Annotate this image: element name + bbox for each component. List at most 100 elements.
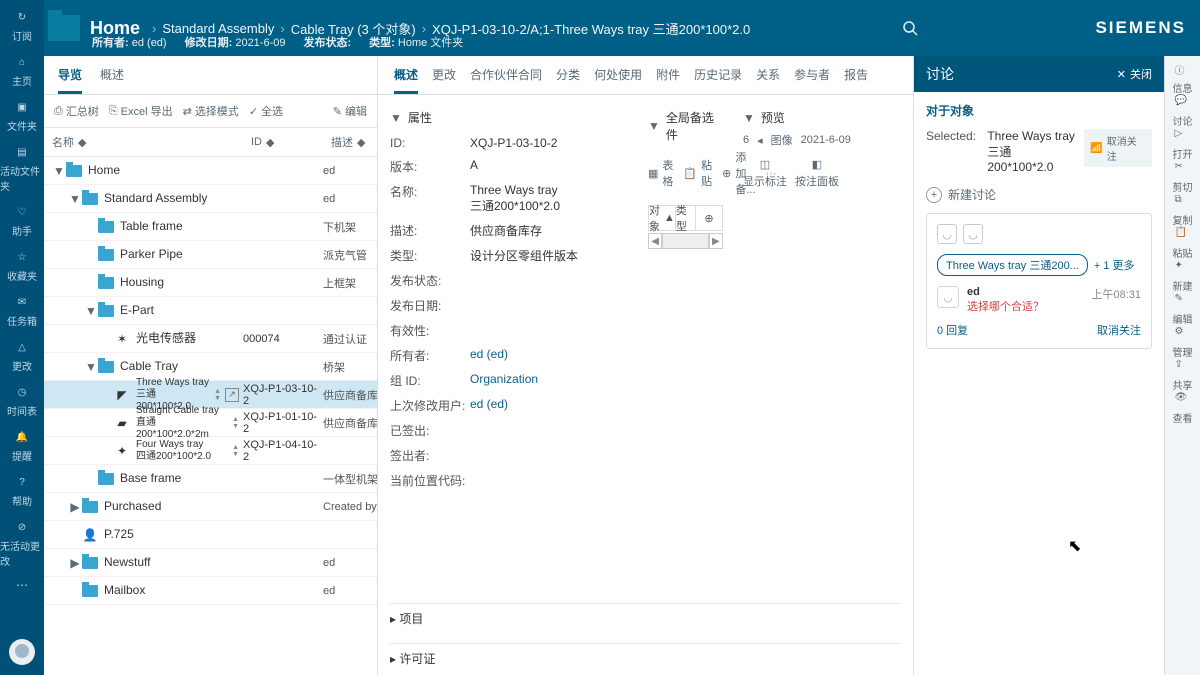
nav-6[interactable]: ✉任务箱 — [0, 293, 44, 328]
detail-tab[interactable]: 历史记录 — [694, 66, 742, 94]
selected-value: Three Ways tray 三通200*100*2.0 — [987, 129, 1076, 174]
col-desc[interactable]: 描述 ◆ — [323, 128, 377, 156]
pin-panel-button[interactable]: ◧按注面板 — [795, 158, 839, 189]
scrollbar-track[interactable] — [662, 233, 708, 249]
tab-nav[interactable]: 导览 — [58, 66, 82, 94]
user-avatar[interactable] — [9, 639, 35, 665]
open-external-icon[interactable]: ↗ — [225, 388, 239, 402]
nav-11[interactable]: ⊘无活动更改 — [0, 518, 44, 568]
rnav-1[interactable]: 💬讨论 — [1173, 95, 1193, 128]
detail-tab[interactable]: 附件 — [656, 66, 680, 94]
tree-row[interactable]: ✶光电传感器000074通过认证 — [44, 325, 377, 353]
rnav-9[interactable]: ⇪共享 — [1173, 359, 1193, 392]
rnav-2[interactable]: ▷打开 — [1173, 128, 1193, 161]
col-name[interactable]: 名称 ◆ — [44, 128, 243, 156]
detail-tab[interactable]: 合作伙伴合同 — [470, 66, 542, 94]
nav-0[interactable]: ↻订阅 — [0, 8, 44, 43]
more-chips[interactable]: + 1 更多 — [1094, 257, 1135, 273]
licenses-section[interactable]: ▸ 许可证 — [390, 643, 901, 667]
rnav-4[interactable]: ⧉复制 — [1173, 194, 1193, 227]
property-row: 版本:A — [390, 154, 626, 179]
tree-row[interactable]: ▼E-Part — [44, 297, 377, 325]
nav-3[interactable]: ▤活动文件夹 — [0, 143, 44, 193]
tree-row[interactable]: Housing上框架 — [44, 269, 377, 297]
tree-row[interactable]: Parker Pipe派克气管 — [44, 241, 377, 269]
table-view-button[interactable]: ▦ 表格 — [648, 157, 673, 189]
search-icon[interactable] — [902, 20, 918, 36]
excel-export-button[interactable]: ⎘ Excel 导出 — [109, 103, 173, 119]
new-discussion-button[interactable]: + 新建讨论 — [926, 186, 1152, 203]
edit-button[interactable]: ✎ 编辑 — [333, 103, 367, 119]
rnav-8[interactable]: ⚙管理 — [1173, 326, 1193, 359]
nav-10[interactable]: ?帮助 — [0, 473, 44, 508]
tree-row[interactable]: Table frame下机架 — [44, 213, 377, 241]
detail-tab[interactable]: 关系 — [756, 66, 780, 94]
rnav-5[interactable]: 📋粘贴 — [1173, 227, 1193, 260]
summary-button[interactable]: ⎙ 汇总树 — [54, 103, 99, 119]
show-annotations-button[interactable]: ◫显示标注 — [743, 158, 787, 189]
detail-tab[interactable]: 概述 — [394, 66, 418, 94]
tree-row[interactable]: Mailboxed — [44, 577, 377, 605]
nav-7[interactable]: △更改 — [0, 338, 44, 373]
select-mode-button[interactable]: ⇄ 选择模式 — [183, 103, 239, 119]
tree-row[interactable]: ▼Standard Assemblyed — [44, 185, 377, 213]
tree-row[interactable]: ▰Straight Cable tray 直通200*100*2.0*2m▲▼X… — [44, 409, 377, 437]
close-button[interactable]: ✕ 关闭 — [1117, 66, 1152, 82]
tree-body[interactable]: ▼Homeed▼Standard AssemblyedTable frame下机… — [44, 157, 377, 675]
folder-icon — [98, 249, 114, 261]
detail-tab[interactable]: 报告 — [844, 66, 868, 94]
tree-row[interactable]: ✦Four Ways tray 四通200*100*2.0▲▼XQJ-P1-04… — [44, 437, 377, 465]
object-chip[interactable]: Three Ways tray 三通200... — [937, 254, 1088, 276]
folder-icon — [82, 501, 98, 513]
tree-row[interactable]: ▶Newstuffed — [44, 549, 377, 577]
nav-2[interactable]: ▣文件夹 — [0, 98, 44, 133]
tab-overview[interactable]: 概述 — [100, 66, 124, 94]
breadcrumb-item[interactable]: XQJ-P1-03-10-2/A;1-Three Ways tray 三通200… — [432, 19, 750, 38]
rnav-6[interactable]: ✦新建 — [1173, 260, 1193, 293]
reorder-arrows[interactable]: ▲▼ — [232, 416, 239, 430]
discussion-panel: 讨论 ✕ 关闭 对于对象 Selected: Three Ways tray 三… — [914, 56, 1164, 675]
tree-row[interactable]: ▶PurchasedCreated by — [44, 493, 377, 521]
detail-panel: 概述更改合作伙伴合同分类何处使用附件历史记录关系参与者报告 ▼属性 ID:XQJ… — [378, 56, 914, 675]
reply-count[interactable]: 0 回复 — [937, 322, 968, 338]
nav-9[interactable]: 🔔提醒 — [0, 428, 44, 463]
nav-8[interactable]: ◷时间表 — [0, 383, 44, 418]
participant-avatar[interactable]: ◡ — [937, 224, 957, 244]
tree-row[interactable]: Base frame一体型机架 — [44, 465, 377, 493]
reorder-arrows[interactable]: ▲▼ — [214, 388, 221, 402]
rnav-10[interactable]: 👁查看 — [1173, 392, 1193, 425]
discussion-message: ◡ ed 选择哪个合适？ 上午08:31 — [937, 286, 1141, 314]
nav-5[interactable]: ☆收藏夹 — [0, 248, 44, 283]
select-all-button[interactable]: ✓ 全选 — [249, 103, 283, 119]
more-icon[interactable]: ⋯ — [16, 578, 28, 592]
grid-col-object[interactable]: 对象 ▲ — [649, 206, 676, 230]
unfollow-button[interactable]: 📶 取消关注 — [1084, 129, 1152, 167]
nav-4[interactable]: ♡助手 — [0, 203, 44, 238]
tree-row[interactable]: 👤P.725 — [44, 521, 377, 549]
rnav-0[interactable]: ⓘ信息 — [1173, 62, 1193, 95]
reorder-arrows[interactable]: ▲▼ — [232, 444, 239, 458]
scroll-left-icon[interactable]: ◀ — [648, 233, 662, 249]
folder-icon — [98, 305, 114, 317]
nav-1[interactable]: ⌂主页 — [0, 53, 44, 88]
rnav-7[interactable]: ✎编辑 — [1173, 293, 1193, 326]
scroll-right-icon[interactable]: ▶ — [709, 233, 723, 249]
detail-tab[interactable]: 何处使用 — [594, 66, 642, 94]
detail-tab[interactable]: 更改 — [432, 66, 456, 94]
properties-title[interactable]: ▼属性 — [390, 103, 626, 132]
author-name: ed — [967, 286, 1044, 298]
col-id[interactable]: ID ◆ — [243, 128, 323, 156]
grid-col-type[interactable]: 类型 — [676, 206, 696, 230]
card-unfollow[interactable]: 取消关注 — [1097, 322, 1141, 338]
alternates-title[interactable]: ▼全局备选件 — [648, 103, 723, 149]
grid-add-col[interactable]: ⊕ — [696, 206, 722, 230]
participant-avatar[interactable]: ◡ — [963, 224, 983, 244]
paste-button[interactable]: 📋 粘贴 — [683, 157, 712, 189]
tree-row[interactable]: ▼Cable Tray桥架 — [44, 353, 377, 381]
detail-tab[interactable]: 参与者 — [794, 66, 830, 94]
projects-section[interactable]: ▸ 项目 — [390, 603, 901, 627]
detail-tab[interactable]: 分类 — [556, 66, 580, 94]
rnav-3[interactable]: ✂剪切 — [1173, 161, 1193, 194]
tree-row[interactable]: ▼Homeed — [44, 157, 377, 185]
preview-title[interactable]: ▼预览 — [743, 103, 903, 132]
